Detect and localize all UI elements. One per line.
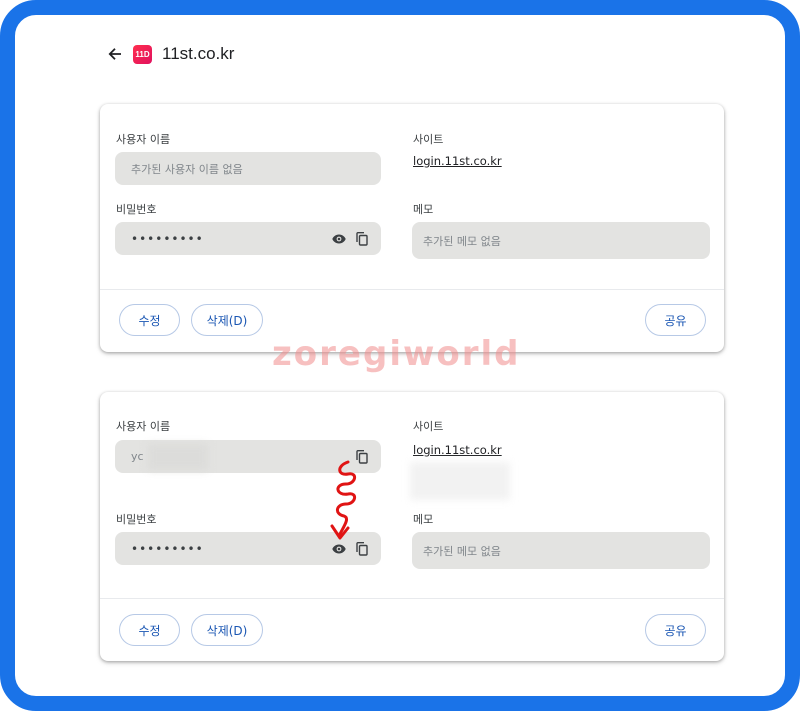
- delete-button[interactable]: 삭제(D): [191, 614, 263, 646]
- share-button[interactable]: 공유: [645, 304, 706, 336]
- show-password-button[interactable]: [330, 230, 348, 248]
- password-label: 비밀번호: [116, 513, 157, 526]
- red-arrow-annotation: [330, 460, 356, 540]
- site-label: 사이트: [413, 133, 444, 146]
- page-header: 11D 11st.co.kr: [103, 40, 234, 68]
- credential-card-2: 사용자 이름 yc 비밀번호 ••••••••• 사이트 login.11st.…: [100, 392, 724, 661]
- site-label: 사이트: [413, 420, 444, 433]
- redaction-blur: [148, 444, 208, 470]
- username-label: 사용자 이름: [116, 420, 171, 433]
- watermark-text: zoregiworld: [272, 334, 521, 374]
- memo-label: 메모: [413, 513, 434, 526]
- memo-field[interactable]: 추가된 메모 없음: [412, 222, 710, 259]
- credential-card-1: 사용자 이름 추가된 사용자 이름 없음 비밀번호 ••••••••• 사이트 …: [100, 104, 724, 352]
- edit-button[interactable]: 수정: [119, 614, 180, 646]
- redaction-blur: [410, 462, 510, 500]
- share-button[interactable]: 공유: [645, 614, 706, 646]
- password-masked-value: •••••••••: [131, 541, 204, 556]
- site-logo-icon: 11D: [133, 44, 152, 64]
- page-title: 11st.co.kr: [162, 44, 235, 63]
- card-divider: [100, 598, 724, 599]
- memo-label: 메모: [413, 203, 434, 216]
- copy-password-button[interactable]: [353, 230, 371, 248]
- copy-icon: [356, 231, 368, 246]
- password-masked-value: •••••••••: [131, 231, 204, 246]
- card-divider: [100, 289, 724, 290]
- delete-button[interactable]: 삭제(D): [191, 304, 263, 336]
- username-placeholder: 추가된 사용자 이름 없음: [131, 162, 243, 176]
- memo-placeholder: 추가된 메모 없음: [423, 234, 501, 248]
- site-link[interactable]: login.11st.co.kr: [413, 154, 502, 168]
- username-field[interactable]: 추가된 사용자 이름 없음: [115, 152, 381, 185]
- password-label: 비밀번호: [116, 203, 157, 216]
- edit-button[interactable]: 수정: [119, 304, 180, 336]
- eye-icon: [332, 234, 346, 243]
- eye-icon: [332, 544, 346, 553]
- back-button[interactable]: [103, 42, 127, 66]
- memo-placeholder: 추가된 메모 없음: [423, 544, 501, 558]
- username-label: 사용자 이름: [116, 133, 171, 146]
- site-link[interactable]: login.11st.co.kr: [413, 443, 502, 457]
- memo-field[interactable]: 추가된 메모 없음: [412, 532, 710, 569]
- arrow-left-icon: [108, 48, 121, 60]
- password-field[interactable]: •••••••••: [115, 222, 381, 255]
